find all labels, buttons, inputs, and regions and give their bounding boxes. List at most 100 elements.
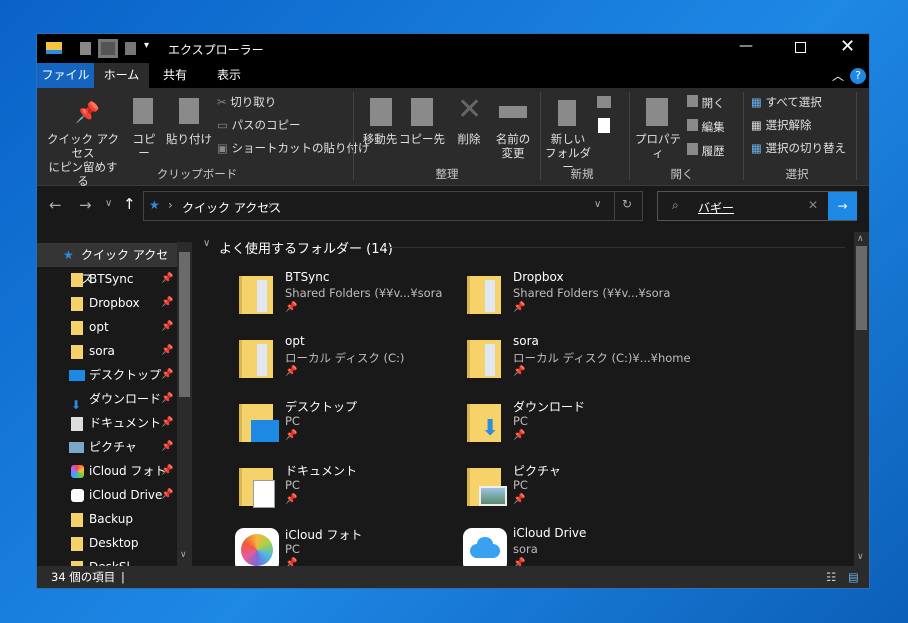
pin-icon: 📌	[513, 430, 526, 441]
minimize-button[interactable]: —	[739, 38, 753, 54]
sidebar-item[interactable]: デスクトップ 📌	[37, 363, 177, 387]
up-button[interactable]: ↑	[123, 195, 136, 213]
address-dropdown-icon[interactable]: ∨	[594, 199, 601, 210]
pin-icon: 📌	[513, 494, 526, 505]
sidebar-item[interactable]: sora 📌	[37, 339, 177, 363]
pin-label2: にピン留めする	[48, 160, 118, 188]
select-all-button[interactable]: ▦ すべて選択	[751, 95, 822, 109]
folder-tile[interactable]: ピクチャ PC 📌	[463, 462, 683, 522]
sidebar-item[interactable]: Desktop	[37, 531, 177, 555]
cut-button[interactable]: ✂ 切り取り	[217, 95, 276, 109]
address-path[interactable]: クイック アクセス	[182, 199, 281, 216]
sidebar-item[interactable]: Backup	[37, 507, 177, 531]
folder-tile[interactable]: デスクトップ PC 📌	[235, 398, 455, 458]
folder-name: BTSync	[285, 270, 330, 284]
folder-folder-icon	[467, 338, 503, 378]
maximize-button[interactable]	[795, 42, 806, 53]
section-header[interactable]: よく使用するフォルダー (14)	[219, 238, 393, 257]
copy-to-button[interactable]: コピー先	[399, 132, 445, 146]
move-to-button[interactable]: 移動先	[357, 132, 403, 146]
history-button[interactable]: 履歴	[687, 143, 725, 158]
folder-location: PC	[513, 414, 528, 428]
scroll-thumb[interactable]	[179, 252, 190, 397]
large-icons-view-button[interactable]: ▤	[848, 566, 859, 588]
folder-name: ドキュメント	[285, 464, 358, 478]
clear-search-button[interactable]: ✕	[808, 198, 818, 212]
divider	[353, 92, 354, 180]
folder-name: ピクチャ	[513, 464, 561, 478]
tab-view[interactable]: 表示	[207, 63, 251, 88]
tab-home[interactable]: ホーム	[94, 63, 149, 88]
new-item-icon[interactable]	[597, 96, 611, 108]
content-scrollbar[interactable]: ∧ ∨	[854, 232, 869, 566]
folder-tile[interactable]: ⬇ ダウンロード PC 📌	[463, 398, 683, 458]
sidebar-item[interactable]: ⬇ ダウンロード 📌	[37, 387, 177, 412]
sidebar-item[interactable]: iCloud フォト 📌	[37, 459, 177, 483]
scroll-down-icon[interactable]: ∨	[180, 550, 187, 560]
clipboard-qa-icon[interactable]	[98, 39, 118, 58]
invert-selection-button[interactable]: ▦ 選択の切り替え	[751, 141, 846, 155]
folder-tile[interactable]: sora ローカル ディスク (C:)¥...¥home 📌	[463, 334, 691, 394]
paste-shortcut-button[interactable]: ▣ ショートカットの貼り付け	[217, 141, 370, 155]
folder-tile[interactable]: ドキュメント PC 📌	[235, 462, 455, 522]
copy-button[interactable]: コピー	[127, 132, 161, 160]
collapse-ribbon-icon[interactable]: ︿	[832, 67, 844, 84]
folder-tile[interactable]: BTSync Shared Folders (¥¥v...¥sora 📌	[235, 270, 455, 330]
customize-qa-icon[interactable]: ▾	[144, 40, 149, 51]
folder-icon	[71, 537, 83, 551]
open-button[interactable]: 開く	[687, 95, 725, 110]
recent-locations-button[interactable]: ∨	[105, 198, 112, 209]
sidebar-item[interactable]: ドキュメント 📌	[37, 411, 177, 435]
sidebar-item[interactable]: BTSync 📌	[37, 267, 177, 291]
search-go-button[interactable]: →	[828, 192, 857, 220]
sidebar-item[interactable]: ピクチャ 📌	[37, 435, 177, 459]
sidebar-scrollbar[interactable]: ∨	[177, 242, 192, 566]
close-button[interactable]: ✕	[840, 36, 855, 57]
select-none-button[interactable]: ▦ 選択解除	[751, 118, 812, 132]
pin-to-quick-access-button[interactable]: クイック アクセス にピン留めする	[43, 132, 123, 188]
sidebar-item-quick-access[interactable]: ★ クイック アクセス	[37, 243, 177, 286]
pin-icon: 📌	[161, 465, 174, 476]
forward-button[interactable]: →	[79, 196, 92, 214]
scroll-down-icon[interactable]: ∨	[857, 552, 864, 562]
properties-button[interactable]: プロパティ	[633, 132, 683, 160]
sidebar-item[interactable]: iCloud Drive 📌	[37, 483, 177, 507]
folder-tile[interactable]: opt ローカル ディスク (C:) 📌	[235, 334, 455, 394]
pin-icon: 📌	[285, 302, 298, 313]
paste-button[interactable]: 貼り付け	[165, 132, 213, 146]
pin-label: クイック アクセス	[46, 132, 120, 160]
back-button[interactable]: ←	[49, 196, 62, 214]
tab-file[interactable]: ファイル	[37, 63, 94, 88]
sidebar-item-label: ドキュメント	[89, 416, 162, 430]
help-icon[interactable]: ?	[850, 68, 866, 84]
copy-to-icon	[411, 98, 433, 126]
refresh-button[interactable]: ↻	[622, 197, 632, 211]
details-view-button[interactable]: ☷	[826, 566, 836, 588]
sidebar-item[interactable]: Dropbox 📌	[37, 291, 177, 315]
address-bar[interactable]: ★ › クイック アクセス › ∨ ↻	[143, 191, 643, 221]
properties-qa-icon[interactable]	[80, 42, 91, 55]
rename-button[interactable]: 名前の 変更	[491, 132, 535, 160]
copy-path-button[interactable]: ▭ パスのコピー	[217, 118, 301, 132]
pin-icon: 📌	[161, 345, 174, 356]
delete-button[interactable]: 削除	[451, 132, 487, 146]
folder-name: opt	[285, 334, 305, 348]
section-collapse-icon[interactable]: ∨	[203, 238, 210, 249]
pin-icon: 📌	[513, 302, 526, 313]
easy-access-icon[interactable]	[598, 118, 610, 133]
sidebar-item[interactable]: opt 📌	[37, 315, 177, 339]
edit-icon	[687, 119, 698, 131]
new-folder-qa-icon[interactable]	[125, 42, 136, 55]
folder-tile[interactable]: Dropbox Shared Folders (¥¥v...¥sora 📌	[463, 270, 683, 330]
folder-folder-icon	[239, 274, 275, 314]
select-all-icon: ▦	[751, 95, 762, 109]
item-count: 34 個の項目	[51, 570, 116, 584]
ribbon-tabs: ファイル ホーム 共有 表示 ︿ ?	[37, 63, 869, 88]
scroll-thumb[interactable]	[856, 246, 867, 330]
scroll-up-icon[interactable]: ∧	[857, 234, 864, 244]
edit-button[interactable]: 編集	[687, 119, 725, 134]
folder-name: ダウンロード	[513, 400, 586, 414]
search-input[interactable]: バギー	[698, 199, 734, 216]
search-box[interactable]: ⌕ バギー ✕ →	[657, 191, 857, 221]
tab-share[interactable]: 共有	[155, 63, 195, 88]
